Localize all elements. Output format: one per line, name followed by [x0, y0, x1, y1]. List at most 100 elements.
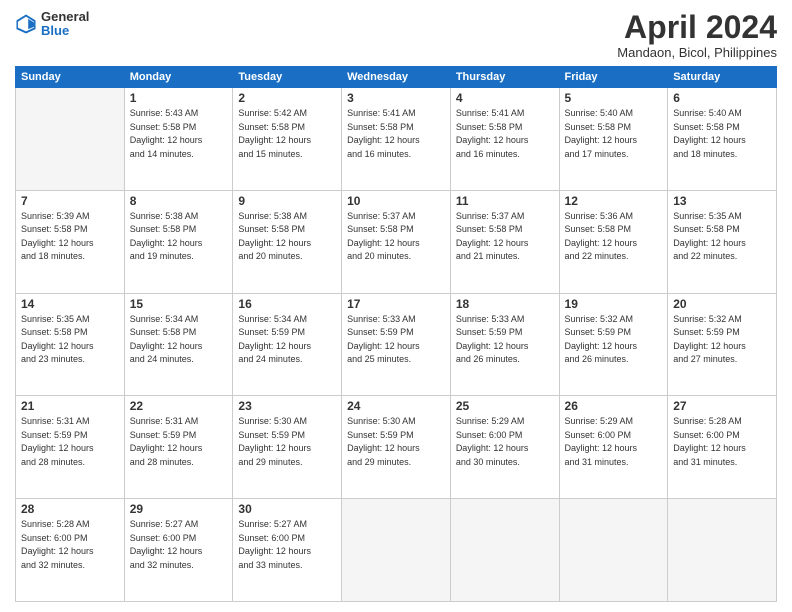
day-info: Sunrise: 5:32 AM Sunset: 5:59 PM Dayligh… [673, 313, 771, 367]
day-info: Sunrise: 5:42 AM Sunset: 5:58 PM Dayligh… [238, 107, 336, 161]
day-info: Sunrise: 5:39 AM Sunset: 5:58 PM Dayligh… [21, 210, 119, 264]
day-number: 30 [238, 502, 336, 516]
day-info: Sunrise: 5:33 AM Sunset: 5:59 PM Dayligh… [347, 313, 445, 367]
day-info: Sunrise: 5:43 AM Sunset: 5:58 PM Dayligh… [130, 107, 228, 161]
day-info: Sunrise: 5:34 AM Sunset: 5:58 PM Dayligh… [130, 313, 228, 367]
calendar-cell: 10 Sunrise: 5:37 AM Sunset: 5:58 PM Dayli… [342, 190, 451, 293]
day-number: 21 [21, 399, 119, 413]
day-info: Sunrise: 5:33 AM Sunset: 5:59 PM Dayligh… [456, 313, 554, 367]
logo-icon [15, 13, 37, 35]
calendar-cell: 8 Sunrise: 5:38 AM Sunset: 5:58 PM Daylig… [124, 190, 233, 293]
calendar-cell: 23Sunrise: 5:30 AM Sunset: 5:59 PM Dayli… [233, 396, 342, 499]
calendar-cell: 17Sunrise: 5:33 AM Sunset: 5:59 PM Dayli… [342, 293, 451, 396]
day-number: 14 [21, 297, 119, 311]
day-number: 26 [565, 399, 663, 413]
weekday-header-cell: Friday [559, 67, 668, 88]
weekday-header-cell: Monday [124, 67, 233, 88]
calendar-week-row: 21 Sunrise: 5:31 AM Sunset: 5:59 PM Dayli… [16, 396, 777, 499]
day-number: 29 [130, 502, 228, 516]
calendar-week-row: 14Sunrise: 5:35 AM Sunset: 5:58 PM Dayli… [16, 293, 777, 396]
calendar-cell: 2 Sunrise: 5:42 AM Sunset: 5:58 PM Daylig… [233, 88, 342, 191]
logo-blue-text: Blue [41, 24, 89, 38]
calendar-cell: 27Sunrise: 5:28 AM Sunset: 6:00 PM Dayli… [668, 396, 777, 499]
day-number: 22 [130, 399, 228, 413]
day-info: Sunrise: 5:40 AM Sunset: 5:58 PM Dayligh… [673, 107, 771, 161]
day-info: Sunrise: 5:37 AM Sunset: 5:58 PM Dayligh… [347, 210, 445, 264]
calendar-cell: 14Sunrise: 5:35 AM Sunset: 5:58 PM Dayli… [16, 293, 125, 396]
calendar-cell: 9Sunrise: 5:38 AM Sunset: 5:58 PM Daylig… [233, 190, 342, 293]
calendar-cell: 11Sunrise: 5:37 AM Sunset: 5:58 PM Dayli… [450, 190, 559, 293]
calendar-cell: 7 Sunrise: 5:39 AM Sunset: 5:58 PM Daylig… [16, 190, 125, 293]
page: General Blue April 2024 Mandaon, Bicol, … [0, 0, 792, 612]
day-info: Sunrise: 5:38 AM Sunset: 5:58 PM Dayligh… [130, 210, 228, 264]
calendar-cell: 12 Sunrise: 5:36 AM Sunset: 5:58 PM Dayli… [559, 190, 668, 293]
calendar-cell: 18 Sunrise: 5:33 AM Sunset: 5:59 PM Dayli… [450, 293, 559, 396]
calendar-cell: 25Sunrise: 5:29 AM Sunset: 6:00 PM Dayli… [450, 396, 559, 499]
day-number: 15 [130, 297, 228, 311]
day-number: 2 [238, 91, 336, 105]
calendar-body: 1 Sunrise: 5:43 AM Sunset: 5:58 PM Daylig… [16, 88, 777, 602]
calendar-cell: 19Sunrise: 5:32 AM Sunset: 5:59 PM Dayli… [559, 293, 668, 396]
day-info: Sunrise: 5:31 AM Sunset: 5:59 PM Dayligh… [21, 415, 119, 469]
calendar-week-row: 28 Sunrise: 5:28 AM Sunset: 6:00 PM Dayli… [16, 499, 777, 602]
calendar-cell: 16 Sunrise: 5:34 AM Sunset: 5:59 PM Dayli… [233, 293, 342, 396]
day-info: Sunrise: 5:41 AM Sunset: 5:58 PM Dayligh… [347, 107, 445, 161]
day-info: Sunrise: 5:30 AM Sunset: 5:59 PM Dayligh… [238, 415, 336, 469]
day-number: 10 [347, 194, 445, 208]
day-number: 5 [565, 91, 663, 105]
day-info: Sunrise: 5:30 AM Sunset: 5:59 PM Dayligh… [347, 415, 445, 469]
day-number: 1 [130, 91, 228, 105]
day-number: 25 [456, 399, 554, 413]
calendar-cell: 24 Sunrise: 5:30 AM Sunset: 5:59 PM Dayli… [342, 396, 451, 499]
calendar-week-row: 1 Sunrise: 5:43 AM Sunset: 5:58 PM Daylig… [16, 88, 777, 191]
weekday-header-cell: Sunday [16, 67, 125, 88]
day-info: Sunrise: 5:41 AM Sunset: 5:58 PM Dayligh… [456, 107, 554, 161]
calendar-cell [450, 499, 559, 602]
day-number: 8 [130, 194, 228, 208]
calendar-cell [668, 499, 777, 602]
calendar-week-row: 7 Sunrise: 5:39 AM Sunset: 5:58 PM Daylig… [16, 190, 777, 293]
day-info: Sunrise: 5:31 AM Sunset: 5:59 PM Dayligh… [130, 415, 228, 469]
day-info: Sunrise: 5:36 AM Sunset: 5:58 PM Dayligh… [565, 210, 663, 264]
day-info: Sunrise: 5:38 AM Sunset: 5:58 PM Dayligh… [238, 210, 336, 264]
day-info: Sunrise: 5:28 AM Sunset: 6:00 PM Dayligh… [21, 518, 119, 572]
calendar-cell: 28 Sunrise: 5:28 AM Sunset: 6:00 PM Dayli… [16, 499, 125, 602]
day-info: Sunrise: 5:27 AM Sunset: 6:00 PM Dayligh… [130, 518, 228, 572]
calendar-cell: 21 Sunrise: 5:31 AM Sunset: 5:59 PM Dayli… [16, 396, 125, 499]
day-number: 16 [238, 297, 336, 311]
logo-general-text: General [41, 10, 89, 24]
weekday-header-cell: Tuesday [233, 67, 342, 88]
calendar-cell: 4 Sunrise: 5:41 AM Sunset: 5:58 PM Daylig… [450, 88, 559, 191]
day-number: 20 [673, 297, 771, 311]
calendar-header: SundayMondayTuesdayWednesdayThursdayFrid… [16, 67, 777, 88]
calendar-cell [16, 88, 125, 191]
logo-text: General Blue [41, 10, 89, 39]
day-number: 7 [21, 194, 119, 208]
calendar-cell: 1 Sunrise: 5:43 AM Sunset: 5:58 PM Daylig… [124, 88, 233, 191]
header: General Blue April 2024 Mandaon, Bicol, … [15, 10, 777, 60]
day-number: 13 [673, 194, 771, 208]
day-number: 3 [347, 91, 445, 105]
location: Mandaon, Bicol, Philippines [617, 45, 777, 60]
calendar-cell: 30 Sunrise: 5:27 AM Sunset: 6:00 PM Dayli… [233, 499, 342, 602]
weekday-header-cell: Saturday [668, 67, 777, 88]
calendar-cell: 5 Sunrise: 5:40 AM Sunset: 5:58 PM Daylig… [559, 88, 668, 191]
day-number: 12 [565, 194, 663, 208]
day-number: 27 [673, 399, 771, 413]
title-block: April 2024 Mandaon, Bicol, Philippines [617, 10, 777, 60]
day-number: 6 [673, 91, 771, 105]
calendar-cell: 26 Sunrise: 5:29 AM Sunset: 6:00 PM Dayli… [559, 396, 668, 499]
day-info: Sunrise: 5:34 AM Sunset: 5:59 PM Dayligh… [238, 313, 336, 367]
day-number: 18 [456, 297, 554, 311]
calendar-cell: 15 Sunrise: 5:34 AM Sunset: 5:58 PM Dayli… [124, 293, 233, 396]
day-info: Sunrise: 5:29 AM Sunset: 6:00 PM Dayligh… [565, 415, 663, 469]
day-number: 24 [347, 399, 445, 413]
day-number: 4 [456, 91, 554, 105]
day-info: Sunrise: 5:27 AM Sunset: 6:00 PM Dayligh… [238, 518, 336, 572]
day-number: 28 [21, 502, 119, 516]
day-number: 19 [565, 297, 663, 311]
day-info: Sunrise: 5:35 AM Sunset: 5:58 PM Dayligh… [673, 210, 771, 264]
calendar-cell: 13 Sunrise: 5:35 AM Sunset: 5:58 PM Dayli… [668, 190, 777, 293]
weekday-header-cell: Thursday [450, 67, 559, 88]
day-info: Sunrise: 5:40 AM Sunset: 5:58 PM Dayligh… [565, 107, 663, 161]
